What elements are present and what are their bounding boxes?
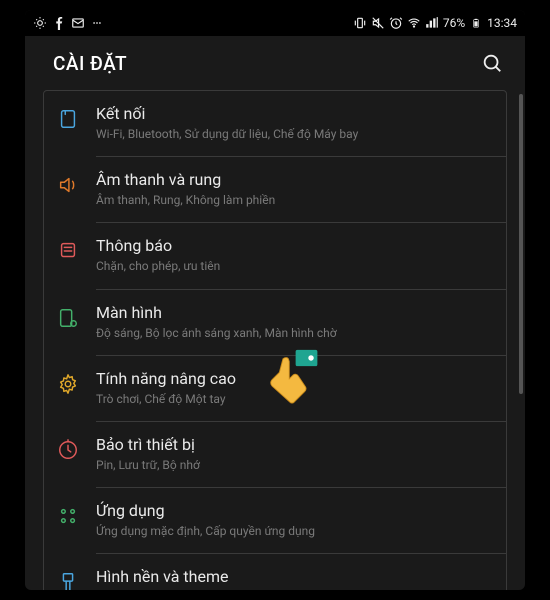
alarm-icon [389, 16, 403, 30]
status-bar: 76% 13:34 [25, 10, 525, 36]
item-title: Hình nền và theme [96, 567, 498, 587]
title-bar: CÀI ĐẶT [25, 36, 525, 90]
item-subtitle: Độ sáng, Bộ lọc ánh sáng xanh, Màn hình … [96, 325, 498, 341]
connections-icon [56, 107, 80, 131]
item-text: Âm thanh và rung Âm thanh, Rung, Không là… [96, 170, 498, 209]
battery-icon [469, 16, 483, 30]
item-title: Bảo trì thiết bị [96, 435, 498, 455]
item-text: Màn hình Độ sáng, Bộ lọc ánh sáng xanh, M… [96, 303, 498, 342]
item-title: Kết nối [96, 104, 498, 124]
vibrate-icon [353, 16, 367, 30]
item-subtitle: Âm thanh, Rung, Không làm phiền [96, 192, 498, 208]
brightness-icon [33, 16, 47, 30]
item-text: Bảo trì thiết bị Pin, Lưu trữ, Bộ nhớ [96, 435, 498, 474]
item-text: Kết nối Wi-Fi, Bluetooth, Sử dụng dữ liệu… [96, 104, 498, 143]
maintenance-icon [56, 438, 80, 462]
settings-item-connections[interactable]: Kết nối Wi-Fi, Bluetooth, Sử dụng dữ liệu… [44, 91, 506, 156]
settings-item-maintenance[interactable]: Bảo trì thiết bị Pin, Lưu trữ, Bộ nhớ [44, 422, 506, 487]
battery-text: 76% [443, 16, 465, 30]
facebook-icon [52, 16, 66, 30]
sound-icon [56, 173, 80, 197]
settings-item-themes[interactable]: Hình nền và theme Hình nền, Theme, Biểu t… [44, 554, 506, 590]
more-icon [90, 16, 104, 30]
settings-item-notifications[interactable]: Thông báo Chặn, cho phép, ưu tiên [44, 223, 506, 288]
mute-icon [371, 16, 385, 30]
item-title: Thông báo [96, 236, 498, 256]
content-area: Kết nối Wi-Fi, Bluetooth, Sử dụng dữ liệu… [25, 90, 525, 590]
item-title: Màn hình [96, 303, 498, 323]
item-title: Âm thanh và rung [96, 170, 498, 190]
status-right: 76% 13:34 [353, 16, 517, 30]
item-text: Hình nền và theme Hình nền, Theme, Biểu t… [96, 567, 498, 590]
themes-icon [56, 570, 80, 590]
settings-list: Kết nối Wi-Fi, Bluetooth, Sử dụng dữ liệu… [43, 90, 507, 590]
advanced-icon [56, 372, 80, 396]
item-text: Tính năng nâng cao Trò chơi, Chế độ Một t… [96, 369, 498, 408]
settings-item-display[interactable]: Màn hình Độ sáng, Bộ lọc ánh sáng xanh, M… [44, 290, 506, 355]
search-button[interactable] [481, 52, 503, 74]
search-icon [481, 52, 503, 74]
item-title: Tính năng nâng cao [96, 369, 498, 389]
notifications-icon [56, 239, 80, 263]
signal-icon [425, 16, 439, 30]
settings-item-apps[interactable]: Ứng dụng Ứng dụng mặc định, Cấp quyền ứng… [44, 488, 506, 553]
page-title: CÀI ĐẶT [53, 52, 127, 75]
display-icon [56, 306, 80, 330]
settings-item-advanced[interactable]: Tính năng nâng cao Trò chơi, Chế độ Một t… [44, 356, 506, 421]
phone-frame: 76% 13:34 CÀI ĐẶT Kết nối Wi-Fi, Bluetoot… [25, 10, 525, 590]
settings-item-sound[interactable]: Âm thanh và rung Âm thanh, Rung, Không là… [44, 157, 506, 222]
item-subtitle: Hình nền, Theme, Biểu tượng [96, 589, 498, 590]
item-text: Thông báo Chặn, cho phép, ưu tiên [96, 236, 498, 275]
item-subtitle: Chặn, cho phép, ưu tiên [96, 258, 498, 274]
item-subtitle: Wi-Fi, Bluetooth, Sử dụng dữ liệu, Chế đ… [96, 126, 498, 142]
item-title: Ứng dụng [96, 501, 498, 521]
item-subtitle: Pin, Lưu trữ, Bộ nhớ [96, 457, 498, 473]
status-left [33, 16, 104, 30]
item-subtitle: Trò chơi, Chế độ Một tay [96, 391, 498, 407]
item-text: Ứng dụng Ứng dụng mặc định, Cấp quyền ứng… [96, 501, 498, 540]
mail-icon [71, 16, 85, 30]
wifi-icon [407, 16, 421, 30]
scrollbar-thumb[interactable] [519, 94, 523, 394]
clock-text: 13:34 [487, 16, 517, 30]
apps-icon [56, 504, 80, 528]
item-subtitle: Ứng dụng mặc định, Cấp quyền ứng dụng [96, 523, 498, 539]
